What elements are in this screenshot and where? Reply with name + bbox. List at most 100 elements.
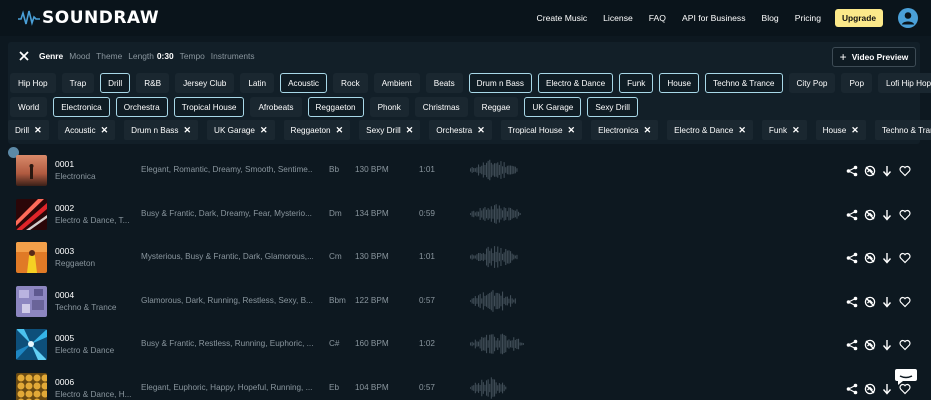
track-row[interactable]: 0004 Techno & Trance Glamorous, Dark, Runn… [0, 284, 931, 328]
heart-icon[interactable] [898, 208, 911, 220]
waveform-graphic[interactable] [470, 201, 550, 227]
tab-length[interactable]: Length [128, 51, 154, 61]
track-row[interactable]: 0006 Electro & Dance, H... Elegant, Euphor… [0, 371, 931, 400]
genre-chip-techno-and-trance[interactable]: Techno & Trance [705, 73, 783, 93]
track-artwork[interactable] [16, 155, 47, 186]
heart-icon[interactable] [898, 164, 911, 177]
track-artwork[interactable] [16, 285, 47, 317]
nav-api[interactable]: API for Business [682, 13, 746, 23]
similar-icon[interactable] [864, 382, 876, 395]
genre-chip-reggae[interactable]: Reggae [473, 97, 519, 117]
genre-chip-house[interactable]: House [659, 73, 700, 93]
genre-chip-uk-garage[interactable]: UK Garage [524, 97, 582, 117]
nav-faq[interactable]: FAQ [649, 13, 666, 23]
similar-icon[interactable] [864, 251, 876, 264]
waveform-graphic[interactable] [470, 375, 550, 400]
remove-filter-icon[interactable]: ✕ [183, 125, 191, 136]
similar-icon[interactable] [864, 208, 876, 220]
genre-chip-tropical-house[interactable]: Tropical House [173, 97, 245, 117]
share-icon[interactable] [846, 382, 858, 395]
heart-icon[interactable] [898, 251, 911, 264]
genre-chip-pop[interactable]: Pop [841, 73, 873, 93]
genre-chip-trap[interactable]: Trap [61, 73, 95, 93]
genre-chip-latin[interactable]: Latin [240, 73, 275, 93]
track-row[interactable]: 0003 Reggaeton Mysterious, Busy & Frantic,… [0, 240, 931, 284]
genre-chip-jersey-club[interactable]: Jersey Club [175, 73, 235, 93]
remove-filter-icon[interactable]: ✕ [644, 125, 652, 136]
genre-chip-ambient[interactable]: Ambient [373, 73, 420, 93]
remove-filter-icon[interactable]: ✕ [336, 125, 344, 136]
tab-instruments[interactable]: Instruments [211, 51, 255, 61]
active-filter-drum-n-bass[interactable]: Drum n Bass ✕ [124, 120, 199, 140]
remove-filter-icon[interactable]: ✕ [34, 125, 42, 136]
user-account-icon[interactable] [898, 8, 918, 28]
download-icon[interactable] [881, 251, 893, 264]
share-icon[interactable] [846, 338, 858, 351]
track-waveform[interactable] [470, 157, 550, 183]
nav-blog[interactable]: Blog [762, 13, 779, 23]
active-filter-tropical-house[interactable]: Tropical House ✕ [500, 120, 583, 140]
active-filter-techno-and-trance[interactable]: Techno & Trance✕ [874, 120, 931, 140]
genre-chip-beats[interactable]: Beats [425, 73, 463, 93]
remove-filter-icon[interactable]: ✕ [406, 125, 414, 136]
genre-chip-randb[interactable]: R&B [136, 73, 170, 93]
track-waveform[interactable] [470, 244, 550, 270]
nav-create-music[interactable]: Create Music [537, 13, 588, 23]
tab-genre[interactable]: Genre [39, 51, 63, 61]
genre-chip-reggaeton[interactable]: Reggaeton [307, 97, 364, 117]
genre-chip-hip-hop[interactable]: Hip Hop [10, 73, 56, 93]
active-filter-uk-garage[interactable]: UK Garage ✕ [207, 120, 275, 140]
remove-filter-icon[interactable]: ✕ [568, 125, 576, 136]
track-row[interactable]: 0005 Electro & Dance Busy & Frantic, Restl… [0, 327, 931, 371]
tab-mood[interactable]: Mood [69, 51, 90, 61]
share-icon[interactable] [846, 208, 858, 220]
similar-icon[interactable] [864, 338, 876, 351]
close-icon[interactable] [18, 50, 30, 62]
tab-tempo[interactable]: Tempo [180, 51, 205, 61]
track-waveform[interactable] [470, 288, 550, 314]
genre-chip-city-pop[interactable]: City Pop [788, 73, 836, 93]
genre-chip-drill[interactable]: Drill [100, 73, 131, 93]
genre-chip-rock[interactable]: Rock [333, 73, 368, 93]
track-waveform[interactable] [470, 375, 550, 400]
genre-chip-electronica[interactable]: Electronica [53, 97, 110, 117]
track-row[interactable]: 0001 Electronica Elegant, Romantic, Dreamy… [0, 153, 931, 197]
share-icon[interactable] [846, 251, 858, 264]
heart-icon[interactable] [898, 295, 911, 308]
similar-icon[interactable] [864, 164, 876, 177]
upgrade-button[interactable]: Upgrade [835, 9, 883, 27]
video-preview-button[interactable]: + Video Preview [832, 47, 916, 67]
waveform-graphic[interactable] [470, 244, 550, 270]
active-filter-electronica[interactable]: Electronica ✕ [591, 120, 659, 140]
active-filter-drill[interactable]: Drill ✕ [8, 120, 49, 140]
track-waveform[interactable] [470, 331, 550, 357]
genre-chip-drum-n-bass[interactable]: Drum n Bass [468, 73, 532, 93]
remove-filter-icon[interactable]: ✕ [477, 125, 485, 136]
remove-filter-icon[interactable]: ✕ [101, 125, 109, 136]
genre-chip-electro-and-dance[interactable]: Electro & Dance [538, 73, 614, 93]
track-artwork[interactable] [16, 198, 47, 230]
download-icon[interactable] [881, 164, 893, 177]
remove-filter-icon[interactable]: ✕ [738, 125, 746, 136]
remove-filter-icon[interactable]: ✕ [260, 125, 268, 136]
share-icon[interactable] [846, 295, 858, 308]
active-filter-funk[interactable]: Funk ✕ [761, 120, 807, 140]
active-filter-house[interactable]: House ✕ [815, 120, 866, 140]
track-artwork[interactable] [16, 373, 47, 400]
active-filter-reggaeton[interactable]: Reggaeton ✕ [283, 120, 351, 140]
genre-chip-phonk[interactable]: Phonk [369, 97, 409, 117]
remove-filter-icon[interactable]: ✕ [792, 125, 800, 136]
share-icon[interactable] [846, 164, 858, 177]
active-filter-electro-and-dance[interactable]: Electro & Dance ✕ [667, 120, 753, 140]
download-icon[interactable] [881, 295, 893, 308]
genre-chip-afrobeats[interactable]: Afrobeats [250, 97, 302, 117]
active-filter-acoustic[interactable]: Acoustic ✕ [57, 120, 116, 140]
genre-chip-sexy-drill[interactable]: Sexy Drill [587, 97, 638, 117]
download-icon[interactable] [881, 338, 893, 351]
logo[interactable]: SOUNDRAW [18, 8, 159, 28]
similar-icon[interactable] [864, 295, 876, 308]
genre-chip-acoustic[interactable]: Acoustic [280, 73, 328, 93]
active-filter-sexy-drill[interactable]: Sexy Drill ✕ [359, 120, 421, 140]
track-artwork[interactable] [16, 242, 47, 274]
genre-chip-orchestra[interactable]: Orchestra [115, 97, 168, 117]
